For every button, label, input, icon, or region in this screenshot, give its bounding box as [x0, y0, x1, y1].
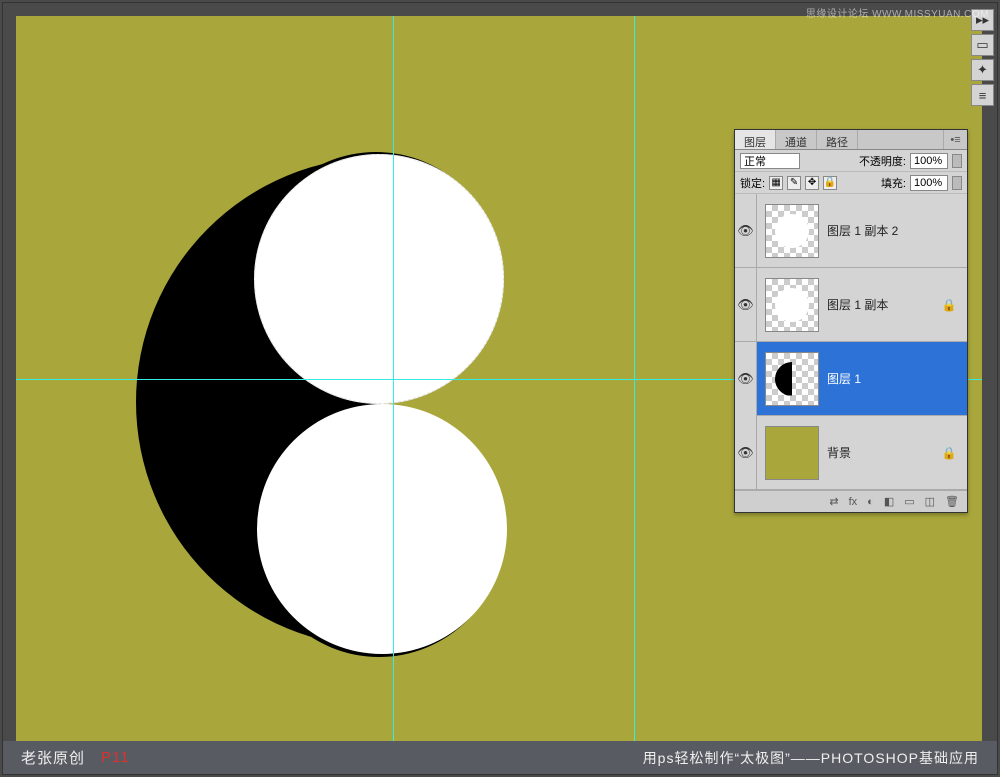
layer-name[interactable]: 图层 1	[827, 370, 939, 387]
page-number: P11	[101, 749, 130, 766]
lock-pixels-icon[interactable]: ✎	[787, 176, 801, 190]
layer-mask-icon[interactable]: ◐	[867, 496, 874, 508]
lock-transparent-icon[interactable]: ▦	[769, 176, 783, 190]
opacity-value[interactable]: 100%	[910, 153, 948, 169]
footer-caption: 老张原创 P11 用ps轻松制作“太极图”——PHOTOSHOP基础应用	[3, 741, 997, 774]
layer-row[interactable]: 👁 图层 1 副本 2	[735, 194, 967, 268]
opacity-label: 不透明度:	[859, 153, 906, 169]
blend-mode-select[interactable]: 正常	[740, 153, 800, 169]
opacity-stepper[interactable]	[952, 154, 962, 168]
group-icon[interactable]: ▭	[904, 495, 914, 508]
tab-paths[interactable]: 路径	[817, 130, 858, 149]
lock-label: 锁定:	[740, 175, 765, 191]
layer-fx-icon[interactable]: fx	[849, 496, 858, 508]
layer-thumbnail[interactable]	[765, 352, 819, 406]
layer-name[interactable]: 图层 1 副本	[827, 296, 939, 313]
visibility-icon[interactable]: 👁	[735, 194, 757, 268]
lock-position-icon[interactable]: ✥	[805, 176, 819, 190]
tutorial-title: 用ps轻松制作“太极图”——PHOTOSHOP基础应用	[643, 748, 979, 768]
visibility-icon[interactable]: 👁	[735, 268, 757, 342]
new-layer-icon[interactable]: ◫	[925, 495, 935, 508]
layer-row[interactable]: 👁 图层 1 副本 🔒	[735, 268, 967, 342]
tab-layers[interactable]: 图层	[735, 130, 776, 149]
layer-name[interactable]: 背景	[827, 444, 939, 461]
watermark: 思缘设计论坛 WWW.MISSYUAN.COM	[806, 5, 989, 20]
adjustment-layer-icon[interactable]: ◧	[884, 495, 894, 508]
layer-thumbnail[interactable]	[765, 204, 819, 258]
marching-ants-selection	[254, 154, 504, 404]
link-layers-icon[interactable]: ⇄	[829, 495, 838, 508]
layers-panel: 图层 通道 路径 •≡ 正常 不透明度: 100% 锁定: ▦ ✎ ✥ 🔒 填充…	[734, 129, 968, 513]
visibility-icon[interactable]: 👁	[735, 416, 757, 490]
panel-icon-3[interactable]: ≡	[971, 84, 994, 106]
lock-icon: 🔒	[939, 446, 959, 460]
panel-menu-icon[interactable]: •≡	[943, 130, 967, 149]
fill-label: 填充:	[881, 175, 906, 191]
layers-panel-footer: ⇄ fx ◐ ◧ ▭ ◫ 🗑	[735, 490, 967, 512]
author-label: 老张原创	[21, 747, 85, 768]
layer-thumbnail[interactable]	[765, 278, 819, 332]
layer-thumbnail[interactable]	[765, 426, 819, 480]
panel-icon-2[interactable]: ✦	[971, 59, 994, 81]
layer-name[interactable]: 图层 1 副本 2	[827, 222, 939, 239]
fill-stepper[interactable]	[952, 176, 962, 190]
guide-vertical-right[interactable]	[634, 16, 635, 741]
layer-list: 👁 图层 1 副本 2 👁 图层 1 副本 🔒 👁 图层 1 👁 背景	[735, 194, 967, 490]
lock-icon: 🔒	[939, 298, 959, 312]
right-toolbar: ▸▸ ▭ ✦ ≡	[971, 9, 994, 106]
lock-all-icon[interactable]: 🔒	[823, 176, 837, 190]
layer-row[interactable]: 👁 背景 🔒	[735, 416, 967, 490]
guide-vertical-center[interactable]	[393, 16, 394, 741]
tab-channels[interactable]: 通道	[776, 130, 817, 149]
fill-value[interactable]: 100%	[910, 175, 948, 191]
panel-icon-1[interactable]: ▭	[971, 34, 994, 56]
layer-row[interactable]: 👁 图层 1	[735, 342, 967, 416]
visibility-icon[interactable]: 👁	[735, 342, 757, 416]
trash-icon[interactable]: 🗑	[945, 495, 959, 508]
shape-circle-bottom	[257, 404, 507, 654]
